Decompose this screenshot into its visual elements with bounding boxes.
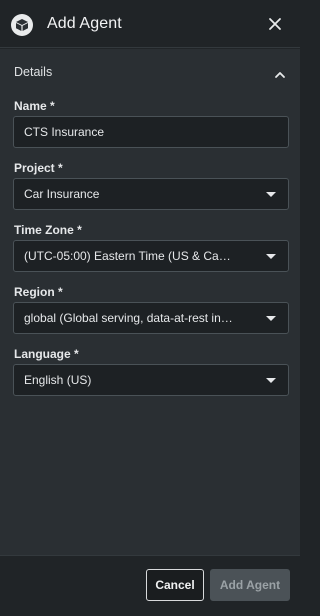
- chevron-up-icon[interactable]: [274, 66, 286, 78]
- language-select[interactable]: English (US): [13, 364, 289, 396]
- project-select[interactable]: Car Insurance: [13, 178, 289, 210]
- name-input[interactable]: CTS Insurance: [13, 116, 289, 148]
- add-agent-panel: Add Agent Details Name * CTS Insurance P…: [0, 0, 300, 616]
- details-section-header[interactable]: Details: [0, 49, 300, 92]
- project-value: Car Insurance: [24, 187, 100, 201]
- region-label: Region *: [14, 285, 63, 299]
- name-label: Name *: [14, 99, 55, 113]
- project-label: Project *: [14, 161, 63, 175]
- chevron-down-icon: [266, 378, 276, 383]
- region-select[interactable]: global (Global serving, data-at-rest in …: [13, 302, 289, 334]
- section-title: Details: [14, 65, 53, 79]
- time-zone-value: (UTC-05:00) Eastern Time (US & Canada): [24, 249, 236, 263]
- time-zone-select[interactable]: (UTC-05:00) Eastern Time (US & Canada): [13, 240, 289, 272]
- page-title: Add Agent: [47, 15, 122, 32]
- panel-footer: Cancel Add Agent: [0, 555, 300, 616]
- language-value: English (US): [24, 373, 92, 387]
- time-zone-label: Time Zone *: [14, 223, 82, 237]
- package-box-icon: [11, 14, 33, 36]
- chevron-down-icon: [266, 254, 276, 259]
- name-value: CTS Insurance: [24, 125, 105, 139]
- chevron-down-icon: [266, 192, 276, 197]
- chevron-down-icon: [266, 316, 276, 321]
- language-label: Language *: [14, 347, 79, 361]
- close-icon[interactable]: [268, 17, 282, 31]
- panel-header: Add Agent: [0, 0, 300, 48]
- add-agent-button[interactable]: Add Agent: [210, 569, 290, 601]
- region-value: global (Global serving, data-at-rest in …: [24, 311, 236, 325]
- cancel-button[interactable]: Cancel: [146, 569, 204, 601]
